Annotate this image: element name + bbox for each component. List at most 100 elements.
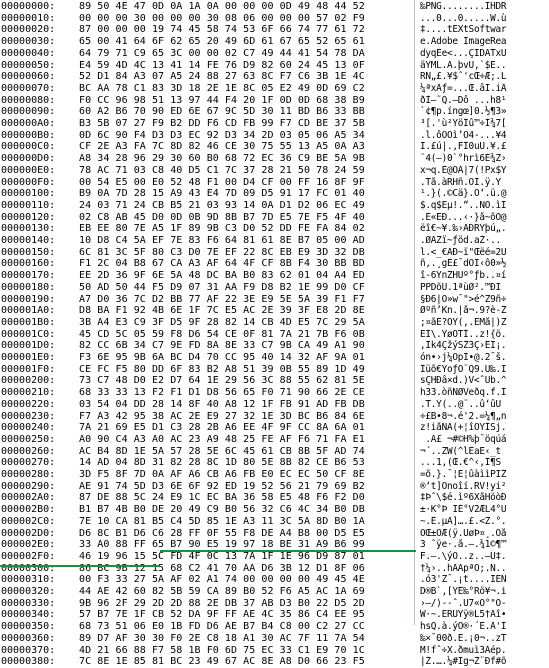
ascii-text[interactable]: .Tå.àRHñ.ÔÏ.ÿ.Ÿ [420, 177, 549, 189]
hex-bytes[interactable]: 14 AD 04 8D 31 82 28 8C 1D 80 5E 8B 82 C… [79, 457, 365, 469]
hex-bytes[interactable]: 7E 10 CA 81 B5 C4 5D 85 1E A3 11 3C 5A 8… [79, 516, 365, 528]
ascii-text[interactable]: Øºñ’Kn.|å¬.9?è-Ž [420, 305, 549, 317]
hex-bytes[interactable]: 57 B7 7E 1F CB 52 DA 9F FF AE 4C 35 86 C… [79, 609, 365, 621]
hex-bytes[interactable]: 3B A4 E3 C9 3F D5 9F 28 82 14 CB 4D E5 7… [79, 317, 365, 329]
ascii-text[interactable]: $.q$Ëµ!.“..ÑÒ.ìI [420, 200, 549, 212]
hex-bytes[interactable]: 87 DE 88 5C 24 E9 1C EC BA 36 58 E5 48 F… [79, 492, 365, 504]
hex-row[interactable]: 00000190: A7 D0 36 7C D2 BB 77 AF 22 3E E… [0, 294, 549, 306]
ascii-text[interactable]: hsQ.à.ýÖ®·´È.Â'Ì [420, 621, 549, 633]
hex-row[interactable]: 000001D0: 82 CC 6B 34 C7 9E FD 8A 8E 33 C… [0, 340, 549, 352]
ascii-text[interactable]: §Ð6|Ò»w¯">é^Z9ñ÷ [420, 294, 549, 306]
hex-bytes[interactable]: BC AA 78 C1 83 3D 18 2E 1E 8C 05 E2 49 0… [79, 83, 365, 95]
hex-bytes[interactable]: 9B 96 2F 29 2D 2D 88 2E DB 37 AB D3 B0 2… [79, 598, 365, 610]
ascii-text[interactable]: 3 ˆÿe·.å.—.¾1©¶™ [420, 539, 549, 551]
hex-bytes[interactable]: 7A 21 69 E5 D1 C3 28 2B A6 EE 4F 9F CC 8… [79, 422, 365, 434]
hex-bytes[interactable]: 52 D1 84 A3 07 A5 24 88 27 63 8C F7 C6 3… [79, 71, 365, 83]
ascii-text[interactable]: ~.Ê.µÄ]….£.<Z.°. [420, 516, 549, 528]
hex-row[interactable]: 00000290: AE 91 74 5D D3 6E 6F 92 ED 19 5… [0, 481, 549, 493]
ascii-text[interactable]: ‰PNG........IHDR [420, 1, 549, 13]
hex-bytes[interactable]: 03 54 04 DD 28 14 8F 40 A8 12 1F FB 91 A… [79, 399, 365, 411]
hex-bytes[interactable]: 7C 8E 1E 85 81 BC 23 49 67 AC 8E A8 D0 6… [79, 656, 365, 668]
hex-row[interactable]: 00000200: 73 C7 48 D0 E2 D7 64 1E 29 56 3… [0, 375, 549, 387]
hex-row[interactable]: 00000260: AC B4 8D 1E 5A 57 28 5E 6C 45 6… [0, 446, 549, 458]
hex-bytes[interactable]: 24 03 71 24 CB B5 21 03 93 14 0A D1 D2 0… [79, 200, 365, 212]
hex-bytes[interactable]: CF 2E A3 FA 7C 8D 82 46 CE 30 75 55 13 A… [79, 141, 365, 153]
ascii-text[interactable]: ‰×¯00ð.È.¡0¬..zT [420, 633, 549, 645]
hex-row[interactable]: 000000D0: A8 34 28 96 29 30 60 B0 68 72 E… [0, 153, 549, 165]
hex-row[interactable]: 00000070: BC AA 78 C1 83 3D 18 2E 1E 8C 0… [0, 83, 549, 95]
ascii-text[interactable]: ‚Ìk4ÇžýŠŽ3Ç›ÊI¡. [420, 340, 549, 352]
ascii-text[interactable]: †¼›..hÂApªÖ;.Ñ.. [420, 563, 549, 575]
hex-row[interactable]: 00000280: 3D F5 8F 7D 0A AF A6 CB A6 FB E… [0, 469, 549, 481]
hex-row[interactable]: 00000240: 7A 21 69 E5 D1 C3 28 2B A6 EE 4… [0, 422, 549, 434]
hex-bytes[interactable]: 68 33 33 13 F2 F1 D1 D8 56 65 F0 71 90 6… [79, 387, 365, 399]
hex-row[interactable]: 00000230: F7 A3 42 95 38 AC 2E E9 27 32 1… [0, 411, 549, 423]
ascii-text[interactable]: .T.Ý(..@¨..û‘­ûÛ [420, 399, 549, 411]
hex-row[interactable]: 000002A0: 87 DE 88 5C 24 E9 1C EC BA 36 5… [0, 492, 549, 504]
hex-bytes[interactable]: 87 00 00 00 19 74 45 58 74 53 6F 66 74 7… [79, 24, 365, 36]
hex-row[interactable]: 000000B0: 0D 6C 90 F4 D3 D3 EC 92 D3 34 2… [0, 130, 549, 142]
hex-bytes[interactable]: 50 AD 50 44 F5 D9 07 31 AA F9 D8 B2 1E 9… [79, 282, 365, 294]
hex-row[interactable]: 00000050: E4 59 4D 4C 13 41 14 FE 76 D9 8… [0, 60, 549, 72]
hex-row[interactable]: 000002D0: D6 8C B1 D6 C6 28 FF 0F 55 F8 D… [0, 528, 549, 540]
hex-row[interactable]: 00000310: 00 F3 33 27 5A AF 02 A1 74 00 0… [0, 574, 549, 586]
ascii-text[interactable]: ¨4(–)0`°hrì6É¾Z› [420, 153, 549, 165]
ascii-text[interactable]: ³[.'ù²ÝöÍû™÷Í¾7[ [420, 118, 549, 130]
hex-bytes[interactable]: 89 50 4E 47 0D 0A 1A 0A 00 00 00 0D 49 4… [79, 1, 365, 13]
hex-bytes[interactable]: 64 79 71 C9 65 3C 00 00 02 C7 49 44 41 5… [79, 48, 365, 60]
ascii-text[interactable]: EÍ\.YøÖTÎ..z!{ö. [420, 329, 549, 341]
hex-row[interactable]: 00000150: 6C 81 3C 5F 80 C3 D0 7E EF 22 8… [0, 247, 549, 259]
hex-row[interactable]: 000001E0: F3 6E 95 9B 6A BC D4 70 CC 95 4… [0, 352, 549, 364]
hex-row[interactable]: 00000320: 44 AE 42 60 82 5B 59 CA 89 B0 5… [0, 586, 549, 598]
hex-row[interactable]: 000001B0: 3B A4 E3 C9 3F D5 9F 28 82 14 C… [0, 317, 549, 329]
ascii-text[interactable]: ‡Þˆ\$é.ìº6XåHöòÐ [420, 492, 549, 504]
hex-row[interactable]: 00000220: 03 54 04 DD 28 14 8F 40 A8 12 1… [0, 399, 549, 411]
hex-row[interactable]: 00000380: 7C 8E 1E 85 81 BC 23 49 67 AC 8… [0, 656, 549, 668]
hex-row[interactable]: 000000A0: B3 5B 07 27 F9 B2 DD F6 CD FB 9… [0, 118, 549, 130]
ascii-text[interactable]: M!fˆ÷X.ðmuì3Áép. [420, 645, 549, 657]
ascii-text[interactable]: D®B`‚[YÊ‰°Rö¥¬.i [420, 586, 549, 598]
hex-row[interactable]: 00000360: 89 D7 AF 30 30 F0 2E C8 18 A1 3… [0, 633, 549, 645]
ascii-text[interactable]: F.–.\ýO..z..–Ù‡. [420, 551, 549, 563]
ascii-text[interactable]: .È«EÐ...‹·}å~õO@ [420, 212, 549, 224]
hex-row[interactable]: 00000100: B9 0A 7D 28 15 A9 43 E4 7D 09 D… [0, 188, 549, 200]
ascii-text[interactable]: ÖŒ±ÖÆ(ÿ.UøÞ¤¸.Õå [420, 528, 549, 540]
hex-row[interactable]: 00000140: 10 D8 C4 5A EF 7E 83 F6 64 81 6… [0, 235, 549, 247]
hex-row[interactable]: 000002B0: B1 B7 4B B0 DE 20 49 C9 B0 56 3… [0, 504, 549, 516]
hex-bytes[interactable]: F0 CC 96 98 51 13 97 44 F4 20 1F 0D 0D 6… [79, 95, 365, 107]
hex-row[interactable]: 000001C0: 45 CD 5C 05 59 F8 D6 54 CE 0F 8… [0, 329, 549, 341]
hex-bytes[interactable]: 68 73 51 06 E0 1B FD D6 AE B7 B4 C8 00 C… [79, 621, 365, 633]
ascii-text[interactable]: P­PDõÙ.1ªùØ².™ÐÏ [420, 282, 549, 294]
hex-row[interactable]: 00000160: F1 2C 04 B8 67 CA A3 AF 64 4F C… [0, 258, 549, 270]
ascii-text[interactable]: z!iåÑÃ(+¦îOŸÌŠj. [420, 422, 549, 434]
ascii-text[interactable]: dyqÉe<...ÇIDATxÚ [420, 48, 549, 60]
hex-bytes[interactable]: 6C 81 3C 5F 80 C3 D0 7E EF 22 8C EB E9 3… [79, 247, 365, 259]
hex-row[interactable]: 00000080: F0 CC 96 98 51 13 97 44 F4 20 1… [0, 95, 549, 107]
ascii-text[interactable]: ¼ªxÁƒ=...Œ.âI.iÂ [420, 83, 549, 95]
hex-row[interactable]: 00000040: 64 79 71 C9 65 3C 00 00 02 C7 4… [0, 48, 549, 60]
hex-row[interactable]: 000001A0: D8 BA F1 92 4B 6E 1F 7C E5 AC 2… [0, 305, 549, 317]
hex-row[interactable]: 00000340: 57 B7 7E 1F CB 52 DA 9F FF AE 4… [0, 609, 549, 621]
ascii-text[interactable]: x¬q.È@ÕÁ|7(!Px$Y [420, 165, 549, 177]
ascii-text[interactable]: ›–/)--ˆ.Û7«Ó°"Õ- [420, 598, 549, 610]
hex-bytes[interactable]: 44 AE 42 60 82 5B 59 CA 89 B0 52 F6 A5 A… [79, 586, 365, 598]
hex-bytes[interactable]: 10 D8 C4 5A EF 7E 83 F6 64 81 61 8E B7 0… [79, 235, 365, 247]
ascii-text[interactable]: ëî€~¥.‰›ÃÐRÝþú„. [420, 223, 549, 235]
hex-bytes[interactable]: EE 2D 36 9F 6E 5A 48 DC BA B0 83 62 01 0… [79, 270, 365, 282]
hex-bytes[interactable]: AE 91 74 5D D3 6E 6F 92 ED 19 52 56 21 7… [79, 481, 365, 493]
ascii-text[interactable]: ...0...0.....W.ù [420, 13, 549, 25]
hex-bytes[interactable]: 46 19 96 15 5C FD 4F 0C 13 7A 1F 1E 96 D… [79, 551, 365, 563]
hex-row[interactable]: 00000030: 65 00 41 64 6F 62 65 20 49 6D 6… [0, 36, 549, 48]
hex-bytes[interactable]: B9 0A 7D 28 15 A9 43 E4 7D 09 D5 91 17 F… [79, 188, 365, 200]
hex-bytes[interactable]: E4 59 4D 4C 13 41 14 FE 76 D9 82 60 24 4… [79, 60, 365, 72]
ascii-text[interactable]: W·~.ËRÚŸÿ®L5†Äî• [420, 609, 549, 621]
hex-row[interactable]: 000000F0: 00 54 E5 00 E0 52 48 F1 00 D4 C… [0, 177, 549, 189]
ascii-text[interactable]: ñ,.¸gÊ£¯dOÏ‹ô0»½ [420, 258, 549, 270]
hex-row[interactable]: 00000250: A0 90 C4 A3 A0 AC 23 A9 48 25 F… [0, 434, 549, 446]
ascii-text[interactable]: .ØÄZï~ƒöd.aŽ·..­ [420, 235, 549, 247]
hex-row[interactable]: 00000210: 68 33 33 13 F2 F1 D1 D8 56 65 F… [0, 387, 549, 399]
hex-bytes[interactable]: 00 F3 33 27 5A AF 02 A1 74 00 00 00 00 4… [79, 574, 365, 586]
hex-bytes[interactable]: 02 C8 AB 45 D0 0D 0B 9D 8B B7 7D E5 7E F… [79, 212, 365, 224]
ascii-text[interactable]: ‡....tEXtSoftwar [420, 24, 549, 36]
hex-bytes[interactable]: 4D 21 66 88 F7 58 1B F0 6D 75 EC 33 C1 E… [79, 645, 365, 657]
